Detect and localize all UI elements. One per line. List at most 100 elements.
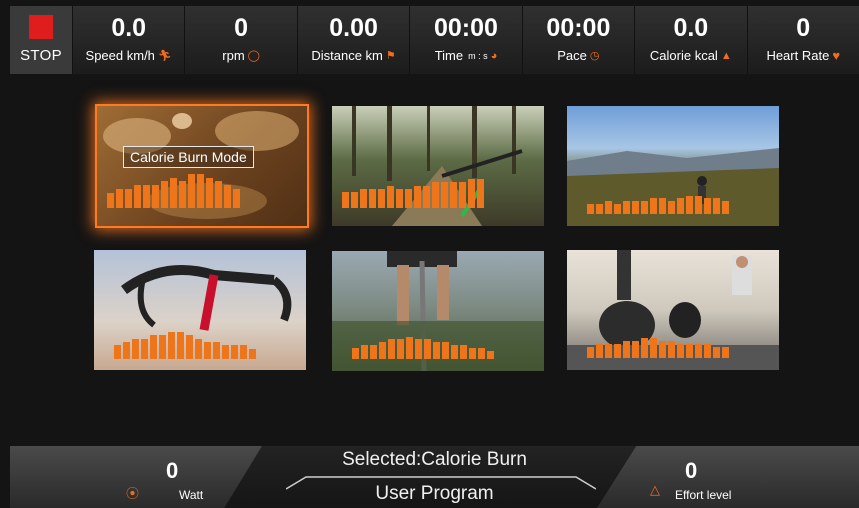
profile-bar	[677, 198, 684, 214]
speed-value: 0.0	[111, 14, 147, 42]
profile-bar	[379, 342, 386, 359]
profile-bar	[695, 344, 702, 358]
program-card-calorie-burn[interactable]: Calorie Burn Mode	[97, 106, 307, 226]
program-card-forest-trail[interactable]	[332, 106, 544, 226]
profile-bar	[487, 350, 494, 359]
speed-label: Speed km/h	[85, 48, 155, 63]
profile-bar	[587, 346, 594, 358]
profile-bar	[641, 201, 648, 214]
rpm-label: rpm	[222, 48, 245, 63]
forest-trail-image	[332, 106, 544, 226]
program-profile	[107, 170, 240, 208]
profile-bar	[704, 198, 711, 214]
profile-bar	[659, 341, 666, 358]
profile-bar	[179, 181, 186, 208]
profile-bar	[641, 338, 648, 358]
profile-bar	[186, 335, 193, 359]
profile-bar	[150, 335, 157, 359]
program-profile	[114, 325, 256, 359]
profile-bar	[161, 181, 168, 208]
profile-bar	[668, 201, 675, 214]
profile-bar	[596, 344, 603, 358]
program-profile	[587, 330, 729, 358]
profile-bar	[695, 195, 702, 214]
profile-bar	[451, 345, 458, 359]
selected-program-text: Selected:Calorie Burn	[342, 449, 527, 470]
stat-distance: 0.00 Distance km ⚑	[296, 6, 409, 74]
profile-bar	[369, 188, 376, 208]
profile-bar	[415, 339, 422, 359]
profile-bar	[596, 203, 603, 214]
stat-time: 00:00 Time m : s ◕	[409, 6, 521, 74]
distance-label: Distance km	[311, 48, 383, 63]
program-card-cyclist[interactable]	[332, 251, 544, 371]
user-program-button[interactable]: User Program	[10, 483, 859, 505]
profile-bar	[116, 189, 123, 208]
time-value: 00:00	[434, 14, 498, 42]
program-card-hill-rider[interactable]	[567, 106, 779, 226]
pace-icon: ◷	[589, 50, 600, 62]
profile-bar	[650, 198, 657, 214]
pace-label: Pace	[557, 48, 587, 63]
profile-bar	[143, 185, 150, 208]
profile-bar	[460, 345, 467, 359]
stat-speed: 0.0 Speed km/h 🏃︎	[72, 6, 184, 74]
profile-bar	[686, 195, 693, 214]
profile-bar	[206, 177, 213, 208]
stats-bar: STOP 0.0 Speed km/h 🏃︎ 0 rpm ◯ 0.00 Dist…	[10, 6, 859, 74]
program-card-road-bike[interactable]	[94, 250, 306, 370]
profile-bar	[713, 346, 720, 358]
profile-bar	[632, 341, 639, 358]
heart-rate-label: Heart Rate	[766, 48, 830, 63]
profile-bar	[614, 203, 621, 214]
stop-button[interactable]: STOP	[10, 6, 72, 74]
profile-bar	[134, 185, 141, 208]
profile-bar	[469, 347, 476, 359]
profile-bar	[722, 346, 729, 358]
profile-bar	[442, 342, 449, 359]
profile-bar	[342, 192, 349, 208]
profile-bar	[370, 345, 377, 359]
profile-bar	[233, 189, 240, 208]
program-card-gym[interactable]	[567, 250, 779, 370]
stat-pace: 00:00 Pace ◷	[521, 6, 634, 74]
distance-value: 0.00	[329, 14, 378, 42]
stat-calorie: 0.0 Calorie kcal ▲	[634, 6, 746, 74]
profile-bar	[424, 339, 431, 359]
profile-bar	[605, 201, 612, 214]
profile-bar	[722, 201, 729, 214]
profile-bar	[432, 182, 439, 208]
bottom-bar: 0 ⦿ Watt Selected:Calorie Burn User Prog…	[10, 446, 859, 508]
profile-bar	[378, 188, 385, 208]
profile-bar	[405, 188, 412, 208]
profile-bar	[659, 198, 666, 214]
profile-bar	[132, 338, 139, 359]
profile-bar	[197, 173, 204, 208]
profile-bar	[159, 335, 166, 359]
profile-bar	[677, 344, 684, 358]
effort-label: Effort level	[675, 488, 732, 502]
calorie-value: 0.0	[673, 14, 709, 42]
stop-label: STOP	[20, 47, 62, 64]
profile-bar	[450, 182, 457, 208]
profile-bar	[623, 201, 630, 214]
heart-rate-value: 0	[796, 14, 811, 42]
profile-bar	[477, 179, 484, 208]
profile-bar	[249, 348, 256, 359]
stop-icon	[29, 15, 53, 39]
profile-bar	[587, 203, 594, 214]
profile-bar	[170, 177, 177, 208]
program-profile	[352, 331, 494, 359]
profile-bar	[614, 344, 621, 358]
profile-bar	[195, 338, 202, 359]
profile-bar	[468, 179, 475, 208]
profile-bar	[387, 185, 394, 208]
profile-bar	[414, 185, 421, 208]
profile-bar	[704, 344, 711, 358]
profile-bar	[361, 345, 368, 359]
profile-bar	[632, 201, 639, 214]
profile-bar	[231, 345, 238, 359]
profile-bar	[406, 336, 413, 359]
heart-icon: ♥	[832, 48, 841, 63]
flame-icon: ▲	[720, 49, 732, 62]
